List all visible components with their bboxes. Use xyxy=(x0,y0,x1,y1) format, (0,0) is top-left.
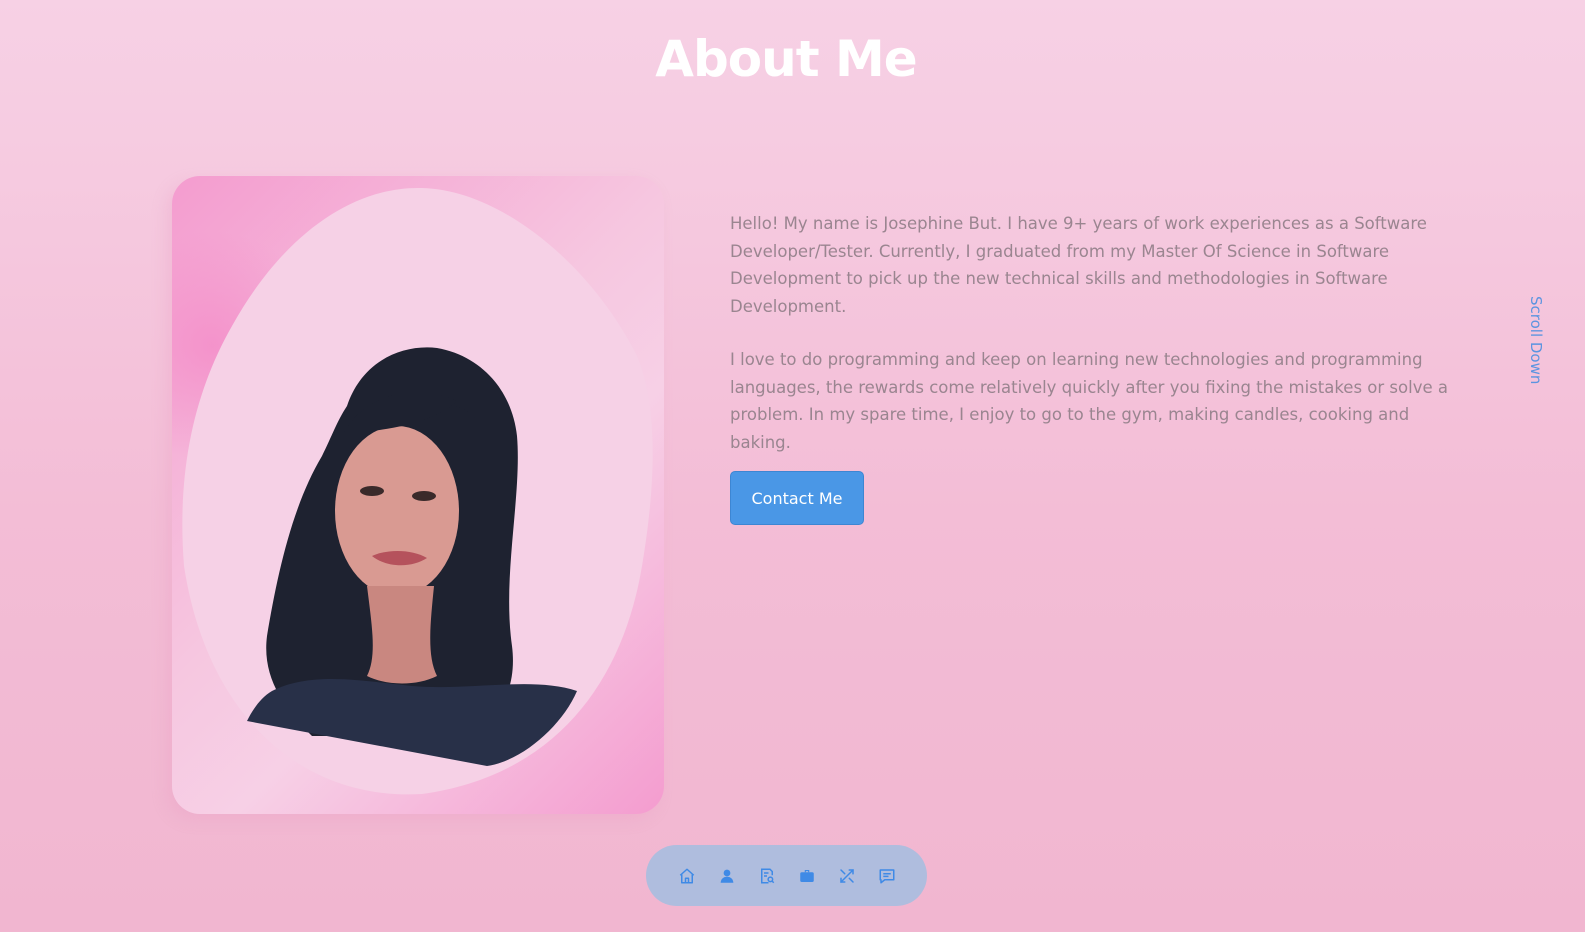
bottom-nav xyxy=(646,845,927,906)
profile-photo-card xyxy=(172,176,664,814)
about-paragraph-intro: Hello! My name is Josephine But. I have … xyxy=(730,214,1427,316)
page-title: About Me xyxy=(655,30,917,88)
briefcase-icon xyxy=(799,869,814,882)
resume-icon xyxy=(760,868,774,883)
home-icon xyxy=(679,868,694,883)
nav-skills[interactable] xyxy=(836,865,857,886)
nav-about[interactable] xyxy=(716,865,737,886)
portrait-right-eye xyxy=(412,491,436,501)
user-icon xyxy=(720,869,733,883)
portrait-neck xyxy=(367,586,437,684)
scroll-down-link[interactable]: Scroll Down xyxy=(1527,296,1545,384)
nav-portfolio[interactable] xyxy=(796,865,817,886)
about-paragraph-interests: I love to do programming and keep on lea… xyxy=(730,350,1448,452)
nav-home[interactable] xyxy=(676,865,697,886)
profile-portrait xyxy=(182,187,653,795)
contact-me-button[interactable]: Contact Me xyxy=(730,471,864,525)
nav-resume[interactable] xyxy=(756,865,777,886)
message-icon xyxy=(879,868,894,883)
nav-contact[interactable] xyxy=(876,865,897,886)
portrait-face xyxy=(335,426,459,596)
tools-icon xyxy=(839,868,854,883)
portrait-left-eye xyxy=(360,486,384,496)
about-text: Hello! My name is Josephine But. I have … xyxy=(730,210,1460,482)
